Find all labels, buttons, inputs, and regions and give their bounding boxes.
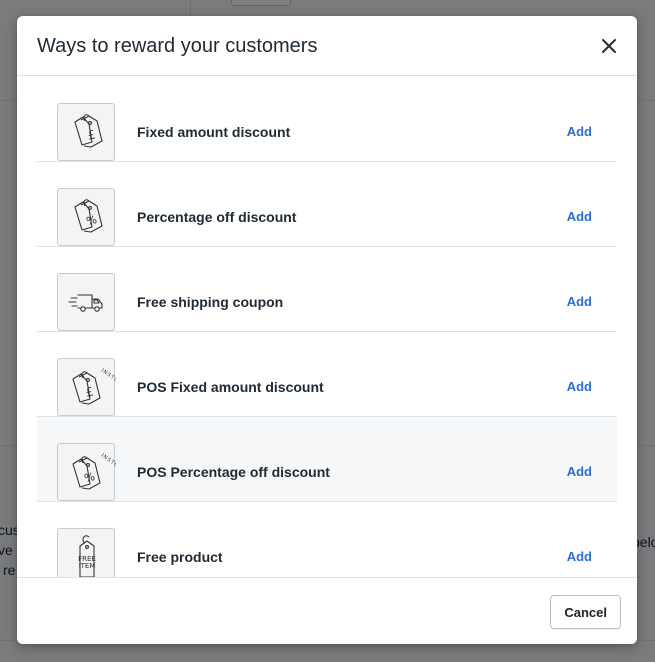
- reward-label: Percentage off discount: [137, 209, 297, 225]
- thumb-text: £: [86, 127, 97, 142]
- rewards-modal: Ways to reward your customers £ Fixed am…: [17, 16, 637, 644]
- reward-label: Fixed amount discount: [137, 124, 291, 140]
- close-button[interactable]: [595, 32, 623, 60]
- thumbnail: £ INSTORE: [57, 358, 116, 416]
- list-item[interactable]: % INSTORE POS Percentage off discount Ad…: [37, 417, 617, 502]
- thumb-text: %: [83, 470, 96, 485]
- reward-list: £ Fixed amount discount Add % Percentage…: [37, 77, 617, 577]
- thumbnail: %: [57, 188, 115, 246]
- list-item[interactable]: % Percentage off discount Add: [37, 162, 617, 247]
- modal-header: Ways to reward your customers: [17, 16, 637, 76]
- instore-pound-tag-icon: £ INSTORE: [72, 368, 116, 405]
- thumbnail: % INSTORE: [57, 443, 116, 501]
- reward-label: Free shipping coupon: [137, 294, 284, 310]
- add-free-product-button[interactable]: Add: [567, 549, 592, 564]
- thumb-text: %: [85, 213, 98, 228]
- modal-footer: Cancel: [17, 577, 637, 644]
- reward-label: POS Percentage off discount: [137, 464, 330, 480]
- percent-tag-icon: %: [74, 199, 103, 233]
- modal-body[interactable]: £ Fixed amount discount Add % Percentage…: [17, 77, 637, 577]
- list-item[interactable]: FREE ITEM Free product Add: [37, 502, 617, 577]
- add-percentage-button[interactable]: Add: [567, 209, 592, 224]
- list-item[interactable]: Free shipping coupon Add: [37, 247, 617, 332]
- thumbnail: £: [57, 103, 115, 161]
- add-fixed-amount-button[interactable]: Add: [567, 124, 592, 139]
- delivery-truck-icon: [68, 294, 103, 312]
- thumb-text: INSTORE: [100, 368, 116, 390]
- reward-label: Free product: [137, 549, 223, 565]
- thumb-text: INSTORE: [100, 453, 116, 475]
- instore-percent-tag-icon: % INSTORE: [72, 453, 116, 490]
- add-pos-fixed-amount-button[interactable]: Add: [567, 379, 592, 394]
- pound-tag-icon: £: [74, 114, 103, 148]
- modal-title: Ways to reward your customers: [37, 35, 318, 57]
- list-item[interactable]: £ Fixed amount discount Add: [37, 77, 617, 162]
- reward-label: POS Fixed amount discount: [137, 379, 324, 395]
- list-item[interactable]: £ INSTORE POS Fixed amount discount Add: [37, 332, 617, 417]
- thumbnail: [57, 273, 115, 331]
- thumb-text: ITEM: [79, 562, 96, 570]
- cancel-button[interactable]: Cancel: [550, 595, 621, 629]
- thumbnail: FREE ITEM: [57, 528, 115, 577]
- add-free-shipping-button[interactable]: Add: [567, 294, 592, 309]
- close-icon: [602, 39, 616, 53]
- thumb-text: £: [84, 384, 95, 399]
- free-item-tag-icon: FREE ITEM: [78, 535, 96, 577]
- add-pos-percentage-button[interactable]: Add: [567, 464, 592, 479]
